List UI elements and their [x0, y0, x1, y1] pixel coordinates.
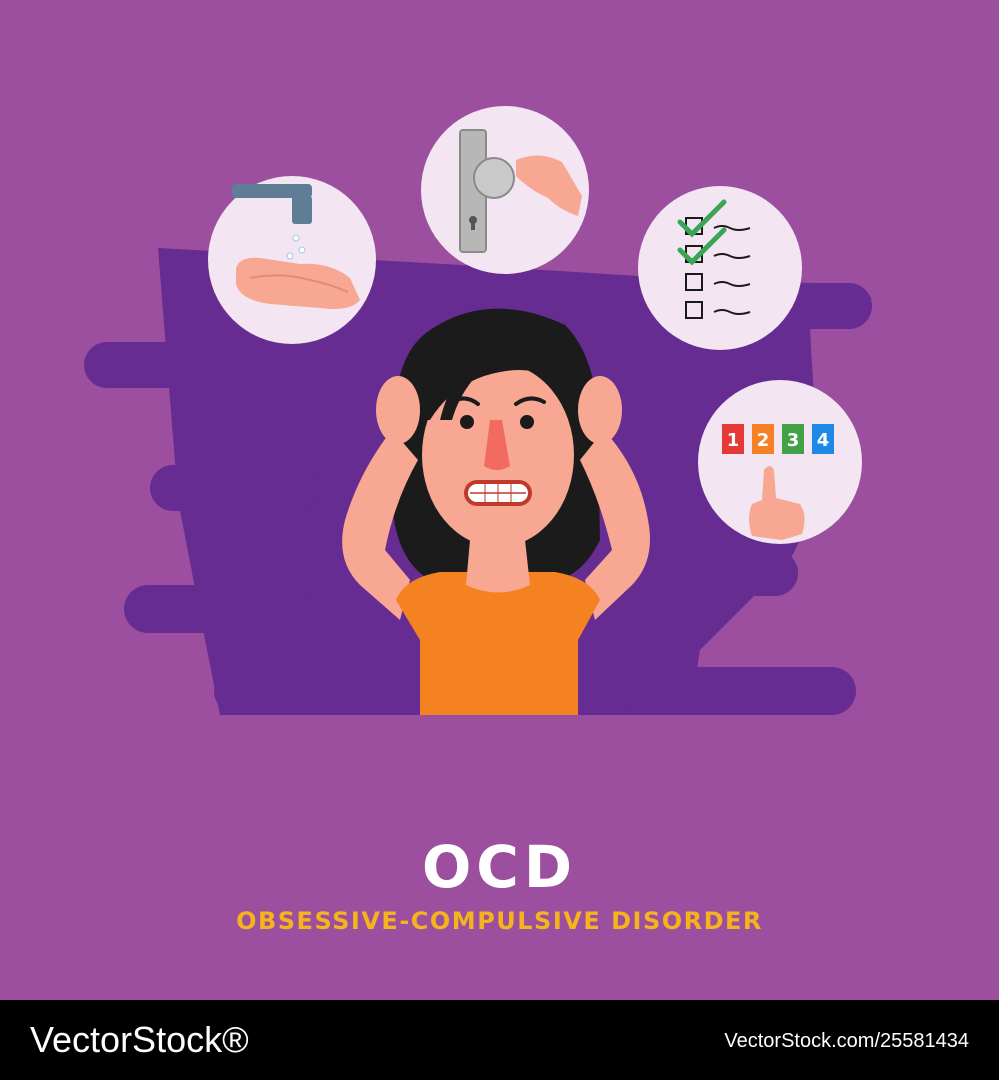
poster: 1234 OCD OBSESSIVE-COMPULSIVE DISORDER V…	[0, 0, 999, 1080]
doorhandle-bubble	[421, 106, 589, 274]
handwashing-bubble	[208, 176, 376, 344]
page-title: OCD	[421, 833, 577, 901]
neck	[466, 540, 530, 593]
left-eye	[460, 415, 474, 429]
counting-tile-label: 3	[787, 430, 800, 451]
counting-tile-label: 2	[757, 430, 770, 451]
watermark-footer: VectorStock® VectorStock.com/25581434	[0, 1000, 999, 1080]
left-hand	[376, 376, 420, 444]
right-hand	[578, 376, 622, 444]
image-id: VectorStock.com/25581434	[724, 1030, 969, 1052]
shirt	[396, 572, 600, 715]
door-knob-icon	[473, 157, 515, 199]
counting-tile-label: 1	[727, 430, 740, 451]
page-subtitle: OBSESSIVE-COMPULSIVE DISORDER	[236, 907, 763, 935]
checklist-bubble	[638, 186, 802, 350]
brand-logo: VectorStock®	[30, 1019, 249, 1060]
right-eye	[520, 415, 534, 429]
faucet-icon	[232, 184, 312, 198]
counting-bubble: 1234	[698, 380, 862, 544]
counting-tile-label: 4	[817, 430, 830, 451]
